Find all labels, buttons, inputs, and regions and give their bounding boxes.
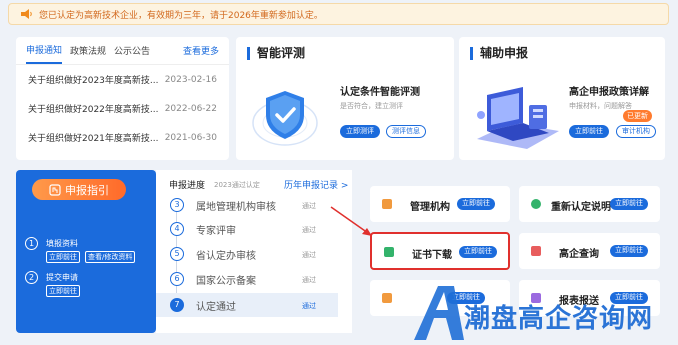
- news-title[interactable]: 关于组织做好2021年度高新技...: [28, 131, 159, 144]
- history-records-link[interactable]: 历年申报记录 >: [284, 178, 348, 191]
- step-number: 2: [25, 271, 38, 284]
- progress-step: 5 省认定办审核 通过: [156, 242, 338, 266]
- tile-management-agency[interactable]: 管理机构 立即前往: [370, 186, 510, 222]
- progress-step: 3 属地管理机构审核 通过: [156, 193, 338, 217]
- search-doc-icon: [531, 246, 541, 256]
- news-item[interactable]: 关于组织做好2022年度高新技... 2022-06-22: [16, 94, 229, 123]
- tile-go-button[interactable]: 立即前往: [457, 198, 495, 210]
- aux-subtitle: 高企申报政策详解: [569, 87, 649, 98]
- tile-label: 重新认定说明: [551, 202, 611, 213]
- step-number: 4: [170, 222, 184, 236]
- tile-certificate-download[interactable]: 证书下载 立即前往: [370, 232, 510, 270]
- news-date: 2022-06-22: [164, 103, 217, 114]
- step-status: 通过: [302, 302, 316, 310]
- audit-agency-button[interactable]: 审计机构: [616, 125, 656, 138]
- progress-title: 申报进度: [169, 181, 206, 191]
- step-number: 3: [170, 198, 184, 212]
- building-icon: [382, 199, 392, 209]
- news-title[interactable]: 关于组织做好2022年度高新技...: [28, 102, 159, 115]
- view-more-link[interactable]: 查看更多: [183, 44, 219, 57]
- tile-label: 证书下载: [412, 250, 452, 261]
- progress-step-current: 7 认定通过 通过: [156, 293, 338, 317]
- step-name: 认定通过: [196, 302, 236, 313]
- tile-go-button[interactable]: 立即前往: [610, 245, 648, 257]
- news-item[interactable]: 关于组织做好2021年度高新技... 2021-06-30: [16, 123, 229, 152]
- news-date: 2021-06-30: [164, 132, 217, 143]
- submit-go-button[interactable]: 立即前往: [46, 285, 80, 297]
- apply-guide-button[interactable]: 申报指引: [32, 179, 126, 200]
- step-name: 国家公示备案: [196, 276, 256, 287]
- step-status: 通过: [302, 202, 316, 210]
- apply-guide-panel: 申报指引 1 填报资料 立即前往 查看/修改资料 2 提交申请 立即前往: [16, 170, 156, 333]
- step-number: 5: [170, 247, 184, 261]
- shield-check-icon: [252, 91, 318, 146]
- fill-go-button[interactable]: 立即前往: [46, 251, 80, 263]
- hand-pointer-icon: [49, 183, 61, 196]
- notice-bar: 您已认定为高新技术企业，有效期为三年，请于2026年重新参加认定。: [8, 3, 669, 25]
- smart-eval-card: 智能评测 认定条件智能评测 是否符合，建立测评 立即测评 测评信息: [236, 37, 454, 160]
- progress-step: 6 国家公示备案 通过: [156, 267, 338, 291]
- step-name: 专家评审: [196, 226, 236, 237]
- speaker-icon: [21, 9, 32, 19]
- aux-go-button[interactable]: 立即前往: [569, 125, 609, 138]
- aux-apply-card: 辅助申报 高企申报政策详解 申报材料，问题解答 已更新 立即前往 审计机构: [459, 37, 665, 160]
- news-tabs: 申报通知 政策法规 公示公告 查看更多: [16, 37, 229, 65]
- apply-progress-panel: 申报进度 2023通过认定 历年申报记录 > 3 属地管理机构审核 通过 4 专…: [156, 170, 352, 333]
- updated-badge: 已更新: [623, 110, 652, 122]
- section-title: 辅助申报: [470, 47, 528, 60]
- step-number: 6: [170, 272, 184, 286]
- eval-info-button[interactable]: 测评信息: [386, 125, 426, 138]
- certificate-icon: [384, 247, 394, 257]
- step-name: 省认定办审核: [196, 251, 256, 262]
- user-icon: [531, 199, 541, 209]
- eval-subtitle: 认定条件智能评测: [340, 87, 420, 98]
- tile-go-button[interactable]: 立即前往: [610, 198, 648, 210]
- news-card: 申报通知 政策法规 公示公告 查看更多 关于组织做好2023年度高新技... 2…: [16, 37, 229, 160]
- eval-now-button[interactable]: 立即测评: [340, 125, 380, 138]
- news-title[interactable]: 关于组织做好2023年度高新技...: [28, 73, 159, 86]
- chart-icon: [382, 293, 392, 303]
- annotation-arrow: [330, 206, 372, 236]
- tile-reidentify-guide[interactable]: 重新认定说明 立即前往: [519, 186, 660, 222]
- step-status: 通过: [302, 276, 316, 284]
- step-label: 提交申请: [46, 273, 78, 282]
- apply-guide-label[interactable]: 申报指引: [65, 182, 109, 198]
- view-edit-info-button[interactable]: 查看/修改资料: [85, 251, 136, 263]
- tile-go-button[interactable]: 立即前往: [459, 246, 497, 258]
- step-status: 通过: [302, 226, 316, 234]
- section-title: 智能评测: [247, 47, 305, 60]
- tab-policies[interactable]: 政策法规: [70, 38, 106, 63]
- step-status: 通过: [302, 251, 316, 259]
- tile-label: 管理机构: [410, 202, 450, 213]
- progress-step: 4 专家评审 通过: [156, 217, 338, 241]
- step-number: 1: [25, 237, 38, 250]
- tile-label: 高企查询: [559, 249, 599, 260]
- aux-desc: 申报材料，问题解答: [569, 102, 632, 110]
- news-date: 2023-02-16: [164, 74, 217, 85]
- eval-desc: 是否符合，建立测评: [340, 102, 403, 110]
- step-name: 属地管理机构审核: [196, 202, 276, 213]
- tab-notices[interactable]: 申报通知: [26, 37, 63, 64]
- news-item[interactable]: 关于组织做好2023年度高新技... 2023-02-16: [16, 65, 229, 94]
- notice-text: 您已认定为高新技术企业，有效期为三年，请于2026年重新参加认定。: [39, 10, 323, 21]
- watermark-text: 潮盘高企咨询网: [464, 304, 654, 334]
- tile-hitech-query[interactable]: 高企查询 立即前往: [519, 233, 660, 269]
- step-label: 填报资料: [46, 239, 78, 248]
- progress-year: 2023通过认定: [214, 181, 260, 189]
- step-number: 7: [170, 298, 184, 312]
- tab-announcements[interactable]: 公示公告: [114, 38, 150, 63]
- laptop-illustration-icon: [477, 87, 559, 149]
